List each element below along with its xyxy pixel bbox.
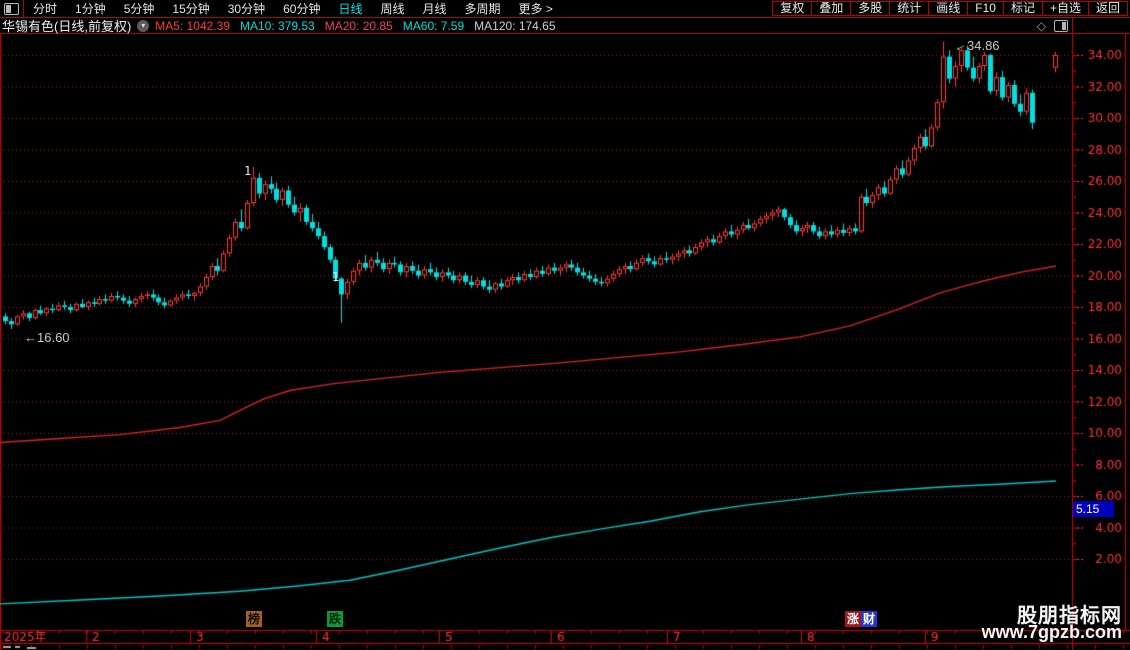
peak-price-annotation: ←34.86 bbox=[950, 35, 1000, 56]
chart-mark-1: 1 bbox=[244, 164, 252, 178]
period-item-5分钟[interactable]: 5分钟 bbox=[115, 0, 164, 17]
peak-value: 34.86 bbox=[967, 38, 1000, 53]
window-icon[interactable] bbox=[1054, 19, 1068, 32]
axis-cursor-value: 5.15 bbox=[1073, 501, 1114, 517]
badge-zhang[interactable]: 涨 bbox=[845, 611, 861, 627]
panel-toggle-icon[interactable] bbox=[0, 0, 24, 17]
badge-cai[interactable]: 财 bbox=[861, 611, 877, 627]
toolbar-button-F10[interactable]: F10 bbox=[967, 1, 1004, 16]
toolbar-button-叠加[interactable]: 叠加 bbox=[811, 1, 852, 16]
period-item-60分钟[interactable]: 60分钟 bbox=[274, 0, 329, 17]
chart-mark-2: 1 bbox=[332, 270, 340, 284]
candlestick-chart-canvas[interactable] bbox=[0, 34, 1130, 650]
toolbar-button-复权[interactable]: 复权 bbox=[772, 1, 813, 16]
toolbar-right-buttons: 复权 叠加 多股 统计 画线 F10 标记 +自选 返回 bbox=[772, 1, 1128, 16]
badge-bang[interactable]: 榜 bbox=[246, 611, 262, 627]
chevron-down-icon[interactable]: ▾ bbox=[137, 19, 150, 32]
top-menu-bar: 分时 1分钟 5分钟 15分钟 30分钟 60分钟 日线 周线 月线 多周期 更多 > 复权 叠加 多股… bbox=[0, 0, 1130, 18]
period-item-日线[interactable]: 日线 bbox=[329, 0, 371, 17]
period-item-1分钟[interactable]: 1分钟 bbox=[66, 0, 115, 17]
diamond-icon[interactable]: ◇ bbox=[1037, 19, 1046, 33]
toolbar-button-画线[interactable]: 画线 bbox=[928, 1, 969, 16]
ma-value: MA10: 379.53 bbox=[240, 18, 315, 33]
period-item-更多 >[interactable]: 更多 > bbox=[510, 0, 562, 17]
toolbar-button-+自选[interactable]: +自选 bbox=[1041, 1, 1089, 16]
period-item-分时[interactable]: 分时 bbox=[24, 0, 66, 17]
ma-values: MA5: 1042.39 MA10: 379.53 MA20: 20.85 MA60:… bbox=[155, 17, 565, 35]
chart-title-bar: 华锡有色(日线,前复权) ▾ MA5: 1042.39 MA10: 379.53 M… bbox=[0, 18, 1130, 34]
period-menu: 分时 1分钟 5分钟 15分钟 30分钟 60分钟 日线 周线 月线 多周期 更多 > bbox=[24, 0, 562, 17]
toolbar-button-标记[interactable]: 标记 bbox=[1002, 1, 1043, 16]
period-item-30分钟[interactable]: 30分钟 bbox=[219, 0, 274, 17]
stock-title: 华锡有色(日线,前复权) bbox=[2, 19, 132, 34]
low-price-annotation: ←16.60 bbox=[24, 330, 70, 345]
ma-value: MA5: 1042.39 bbox=[155, 18, 230, 33]
sidebar-toggle-glyph bbox=[4, 2, 19, 15]
period-item-多周期[interactable]: 多周期 bbox=[456, 0, 510, 17]
toolbar-button-多股[interactable]: 多股 bbox=[850, 1, 891, 16]
toolbar-button-返回[interactable]: 返回 bbox=[1087, 1, 1128, 16]
peak-arrow-icon: ← bbox=[950, 35, 969, 56]
ma-value: MA20: 20.85 bbox=[324, 18, 393, 33]
period-item-15分钟[interactable]: 15分钟 bbox=[163, 0, 218, 17]
badge-die[interactable]: 跌 bbox=[327, 611, 343, 627]
period-item-周线[interactable]: 周线 bbox=[371, 0, 413, 17]
watermark-site-url: www.7gpzb.com bbox=[981, 622, 1122, 642]
toolbar-button-统计[interactable]: 统计 bbox=[889, 1, 930, 16]
period-item-月线[interactable]: 月线 bbox=[414, 0, 456, 17]
title-divider bbox=[1072, 18, 1073, 34]
ma-value: MA60: 7.59 bbox=[402, 18, 465, 33]
ma-value: MA120: 174.65 bbox=[474, 18, 556, 33]
